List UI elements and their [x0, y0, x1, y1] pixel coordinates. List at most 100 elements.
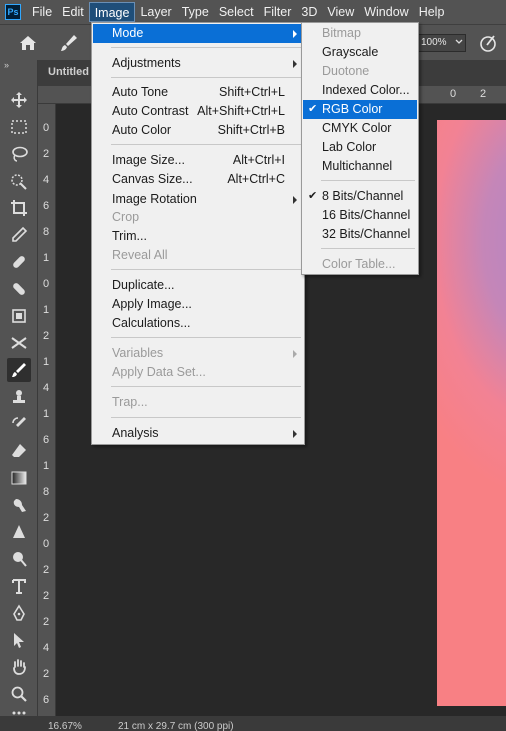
image-menu-item-image-size[interactable]: Image Size... Alt+Ctrl+I: [93, 151, 303, 170]
menu-item-label: 16 Bits/Channel: [322, 208, 411, 222]
spot-healing-tool-icon[interactable]: [7, 250, 31, 274]
menu-item-label: Lab Color: [322, 140, 377, 154]
ruler-label: 0: [450, 88, 457, 100]
ruler-label: 2: [43, 148, 50, 160]
eraser-tool-icon[interactable]: [7, 439, 31, 463]
menu-item-label: Apply Data Set...: [112, 365, 206, 379]
ruler-label: 2: [43, 330, 50, 342]
document-tab[interactable]: Untitled: [48, 66, 89, 78]
menu-type[interactable]: Type: [177, 2, 214, 22]
menu-3d[interactable]: 3D: [296, 2, 322, 22]
mode-menu-item-grayscale[interactable]: Grayscale: [303, 43, 417, 62]
ruler-label: 2: [43, 616, 50, 628]
home-icon[interactable]: [17, 32, 39, 54]
image-menu-item-auto-contrast[interactable]: Auto Contrast Alt+Shift+Ctrl+L: [93, 102, 303, 121]
ruler-label: 4: [43, 642, 50, 654]
hand-tool-icon[interactable]: [7, 655, 31, 679]
menu-edit[interactable]: Edit: [57, 2, 89, 22]
lasso-tool-icon[interactable]: [7, 142, 31, 166]
mode-menu-item-8-bits-channel[interactable]: ✔ 8 Bits/Channel: [303, 187, 417, 206]
menu-item-shortcut: Shift+Ctrl+B: [217, 123, 285, 137]
move-tool-icon[interactable]: [7, 88, 31, 112]
collapse-arrows-icon[interactable]: »: [4, 60, 9, 70]
type-tool-icon[interactable]: [7, 574, 31, 598]
mode-menu-item-32-bits-channel[interactable]: 32 Bits/Channel: [303, 225, 417, 244]
menu-item-label: Duplicate...: [112, 278, 175, 292]
menu-view[interactable]: View: [322, 2, 359, 22]
ruler-label: 6: [43, 694, 50, 706]
mode-menu-item-multichannel[interactable]: Multichannel: [303, 157, 417, 176]
brush-tool-icon[interactable]: [7, 358, 31, 382]
menu-item-label: Adjustments: [112, 56, 181, 70]
image-menu-item-canvas-size[interactable]: Canvas Size... Alt+Ctrl+C: [93, 170, 303, 189]
image-menu-item-auto-color[interactable]: Auto Color Shift+Ctrl+B: [93, 121, 303, 140]
menu-item-label: CMYK Color: [322, 121, 392, 135]
menu-item-label: Auto Contrast: [112, 104, 189, 118]
ruler-label: 2: [480, 88, 487, 100]
mode-menu-item-cmyk-color[interactable]: CMYK Color: [303, 119, 417, 138]
menu-item-label: Mode: [112, 26, 144, 40]
clone-stamp-tool-icon[interactable]: [7, 385, 31, 409]
eyedropper-tool-icon[interactable]: [7, 223, 31, 247]
image-menu-item-duplicate[interactable]: Duplicate...: [93, 276, 303, 295]
smudge-tool-icon[interactable]: [7, 493, 31, 517]
brush-preset-icon[interactable]: [58, 32, 80, 54]
dodge-tool-icon[interactable]: [7, 547, 31, 571]
airbrush-icon[interactable]: [477, 32, 499, 54]
ruler-label: 1: [43, 460, 50, 472]
menu-select[interactable]: Select: [214, 2, 259, 22]
menu-separator: [111, 386, 301, 387]
ruler-label: 0: [43, 122, 50, 134]
image-menu-item-calculations[interactable]: Calculations...: [93, 314, 303, 333]
sharpen-tool-icon[interactable]: [7, 520, 31, 544]
menu-file[interactable]: File: [27, 2, 57, 22]
menu-separator: [111, 144, 301, 145]
checkmark-icon: ✔: [308, 103, 318, 115]
pen-tool-icon[interactable]: [7, 601, 31, 625]
mode-menu-item-16-bits-channel[interactable]: 16 Bits/Channel: [303, 206, 417, 225]
menu-window[interactable]: Window: [359, 2, 413, 22]
gradient-tool-icon[interactable]: [7, 466, 31, 490]
image-menu-item-mode[interactable]: Mode: [93, 24, 303, 43]
ruler-label: 0: [43, 538, 50, 550]
mode-menu-item-rgb-color[interactable]: ✔ RGB Color: [303, 100, 417, 119]
patch-tool-icon[interactable]: [7, 304, 31, 328]
crop-tool-icon[interactable]: [7, 196, 31, 220]
menu-filter[interactable]: Filter: [259, 2, 297, 22]
ruler-label: 0: [43, 278, 50, 290]
path-selection-tool-icon[interactable]: [7, 628, 31, 652]
menu-item-label: RGB Color: [322, 102, 383, 116]
menu-item-label: Trim...: [112, 229, 147, 243]
document-canvas[interactable]: [437, 120, 506, 706]
quick-selection-tool-icon[interactable]: [7, 169, 31, 193]
image-menu-item-apply-image[interactable]: Apply Image...: [93, 295, 303, 314]
history-brush-tool-icon[interactable]: [7, 412, 31, 436]
status-zoom-level[interactable]: 16.67%: [48, 721, 82, 731]
image-menu-item-apply-data-set: Apply Data Set...: [93, 363, 303, 382]
ruler-label: 8: [43, 226, 50, 238]
zoom-tool-icon[interactable]: [7, 682, 31, 706]
menu-help[interactable]: Help: [414, 2, 450, 22]
checkmark-icon: ✔: [308, 190, 318, 202]
mode-menu-item-lab-color[interactable]: Lab Color: [303, 138, 417, 157]
menu-item-label: Multichannel: [322, 159, 393, 173]
menu-layer[interactable]: Layer: [135, 2, 176, 22]
menu-image[interactable]: Image: [88, 2, 136, 22]
content-aware-move-icon[interactable]: [7, 331, 31, 355]
chevron-down-icon[interactable]: [454, 37, 464, 47]
ruler-label: 2: [43, 590, 50, 602]
image-menu-item-trim[interactable]: Trim...: [93, 227, 303, 246]
submenu-arrow-icon: [293, 30, 297, 38]
ruler-label: 2: [43, 668, 50, 680]
image-menu-item-analysis[interactable]: Analysis: [93, 424, 303, 443]
image-menu-item-auto-tone[interactable]: Auto Tone Shift+Ctrl+L: [93, 83, 303, 102]
menu-item-label: Image Size...: [112, 153, 185, 167]
status-bar: 16.67% 21 cm x 29.7 cm (300 ppi): [0, 716, 506, 731]
image-menu-item-adjustments[interactable]: Adjustments: [93, 54, 303, 73]
ruler-label: 2: [43, 512, 50, 524]
bandage-tool-icon[interactable]: [7, 277, 31, 301]
image-menu-item-image-rotation[interactable]: Image Rotation: [93, 190, 303, 209]
mode-menu-item-indexed-color[interactable]: Indexed Color...: [303, 81, 417, 100]
ruler-label: 1: [43, 408, 50, 420]
marquee-tool-icon[interactable]: [7, 115, 31, 139]
